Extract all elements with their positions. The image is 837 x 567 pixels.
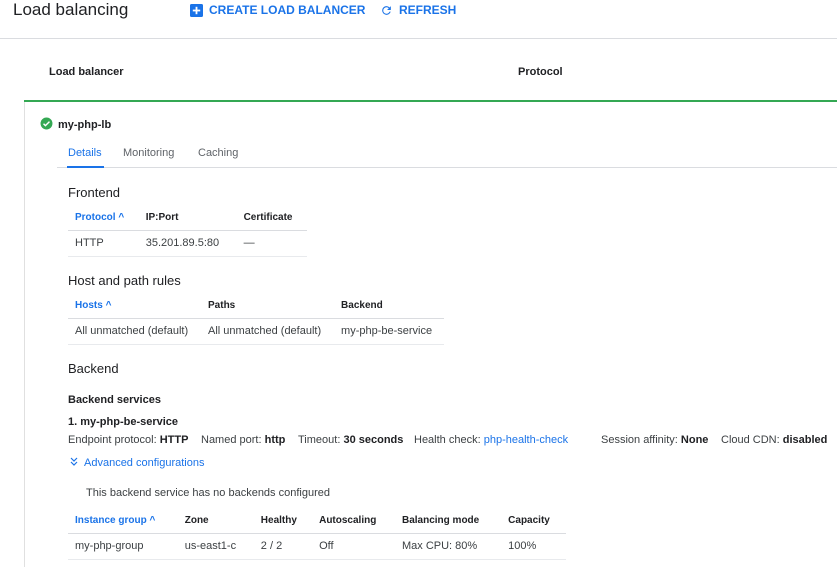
- tab-details[interactable]: Details: [68, 147, 102, 159]
- active-tab-indicator: [67, 166, 104, 168]
- backend-title: Backend: [68, 361, 119, 376]
- sort-arrow-icon: ^: [118, 212, 125, 224]
- cell-healthy: 2 / 2: [253, 533, 313, 560]
- advanced-configurations-toggle[interactable]: Advanced configurations: [70, 457, 204, 469]
- no-backends-message: This backend service has no backends con…: [86, 487, 330, 499]
- backend-service-name: 1. my-php-be-service: [68, 416, 179, 428]
- named-port: Named port: http: [201, 434, 286, 446]
- cell-protocol: HTTP: [68, 230, 139, 257]
- cell-zone: us-east1-c: [177, 533, 254, 560]
- column-header-autoscaling[interactable]: Autoscaling: [312, 509, 395, 534]
- table-row: All unmatched (default) All unmatched (d…: [68, 318, 444, 345]
- load-balancer-name: my-php-lb: [58, 119, 112, 131]
- column-header-capacity[interactable]: Capacity: [501, 509, 566, 534]
- column-header-protocol-sort[interactable]: Protocol ^: [68, 206, 139, 231]
- tab-caching[interactable]: Caching: [198, 147, 238, 159]
- health-check-link[interactable]: php-health-check: [484, 434, 568, 446]
- column-header-backend[interactable]: Backend: [334, 294, 444, 319]
- column-header-instance-group[interactable]: Instance group ^: [68, 509, 178, 534]
- cell-instance-group: my-php-group: [68, 533, 178, 560]
- refresh-button[interactable]: REFRESH: [380, 3, 456, 17]
- frontend-table: Protocol ^ IP:Port Certificate HTTP 35.2…: [68, 206, 307, 257]
- cell-backend: my-php-be-service: [334, 318, 444, 345]
- timeout: Timeout: 30 seconds: [298, 434, 404, 446]
- backend-services-title: Backend services: [68, 394, 161, 406]
- cloud-cdn: Cloud CDN: disabled: [721, 434, 828, 446]
- host-path-rules-title: Host and path rules: [68, 273, 181, 288]
- cell-autoscaling: Off: [312, 533, 395, 560]
- details-tabs: Details Monitoring Caching: [57, 142, 837, 168]
- instance-group-table: Instance group ^ Zone Healthy Autoscalin…: [68, 509, 566, 560]
- column-header-paths[interactable]: Paths: [201, 294, 335, 319]
- column-header-protocol[interactable]: Protocol: [518, 66, 563, 78]
- load-balancer-list-header: Load balancer Protocol: [24, 39, 837, 101]
- column-header-balancing-mode[interactable]: Balancing mode: [394, 509, 502, 534]
- column-header-hosts[interactable]: Hosts ^: [68, 294, 202, 319]
- table-row: HTTP 35.201.89.5:80 —: [68, 230, 307, 257]
- column-header-zone[interactable]: Zone: [177, 509, 254, 534]
- cell-hosts: All unmatched (default): [68, 318, 202, 345]
- page-title: Load balancing: [13, 0, 129, 19]
- health-check: Health check: php-health-check: [414, 434, 569, 446]
- column-header-ip-port[interactable]: IP:Port: [138, 206, 237, 231]
- cell-paths: All unmatched (default): [201, 318, 335, 345]
- refresh-label: REFRESH: [399, 3, 457, 17]
- tab-monitoring[interactable]: Monitoring: [123, 147, 174, 159]
- advanced-configurations-label: Advanced configurations: [84, 457, 205, 469]
- cell-capacity: 100%: [501, 533, 566, 560]
- check-circle-icon: [40, 117, 53, 133]
- column-header-certificate[interactable]: Certificate: [236, 206, 307, 231]
- create-load-balancer-button[interactable]: CREATE LOAD BALANCER: [190, 3, 365, 17]
- add-box-icon: [190, 3, 203, 17]
- sort-arrow-icon: ^: [105, 300, 112, 312]
- frontend-title: Frontend: [68, 185, 121, 200]
- endpoint-protocol: Endpoint protocol: HTTP: [68, 434, 189, 446]
- expand-more-icon: [70, 457, 78, 469]
- load-balancer-name-row[interactable]: my-php-lb: [40, 117, 111, 133]
- create-load-balancer-label: CREATE LOAD BALANCER: [209, 3, 366, 17]
- refresh-icon: [380, 4, 393, 17]
- host-path-rules-table: Hosts ^ Paths Backend All unmatched (def…: [68, 294, 444, 345]
- column-header-load-balancer[interactable]: Load balancer: [49, 66, 124, 78]
- cell-ip-port: 35.201.89.5:80: [138, 230, 237, 257]
- top-bar: Load balancing CREATE LOAD BALANCER REFR…: [0, 0, 837, 39]
- table-row: my-php-group us-east1-c 2 / 2 Off Max CP…: [68, 533, 566, 560]
- session-affinity: Session affinity: None: [601, 434, 709, 446]
- cell-balancing-mode: Max CPU: 80%: [394, 533, 502, 560]
- column-header-healthy[interactable]: Healthy: [253, 509, 313, 534]
- cell-certificate: —: [236, 230, 307, 257]
- sort-arrow-icon: ^: [149, 515, 156, 527]
